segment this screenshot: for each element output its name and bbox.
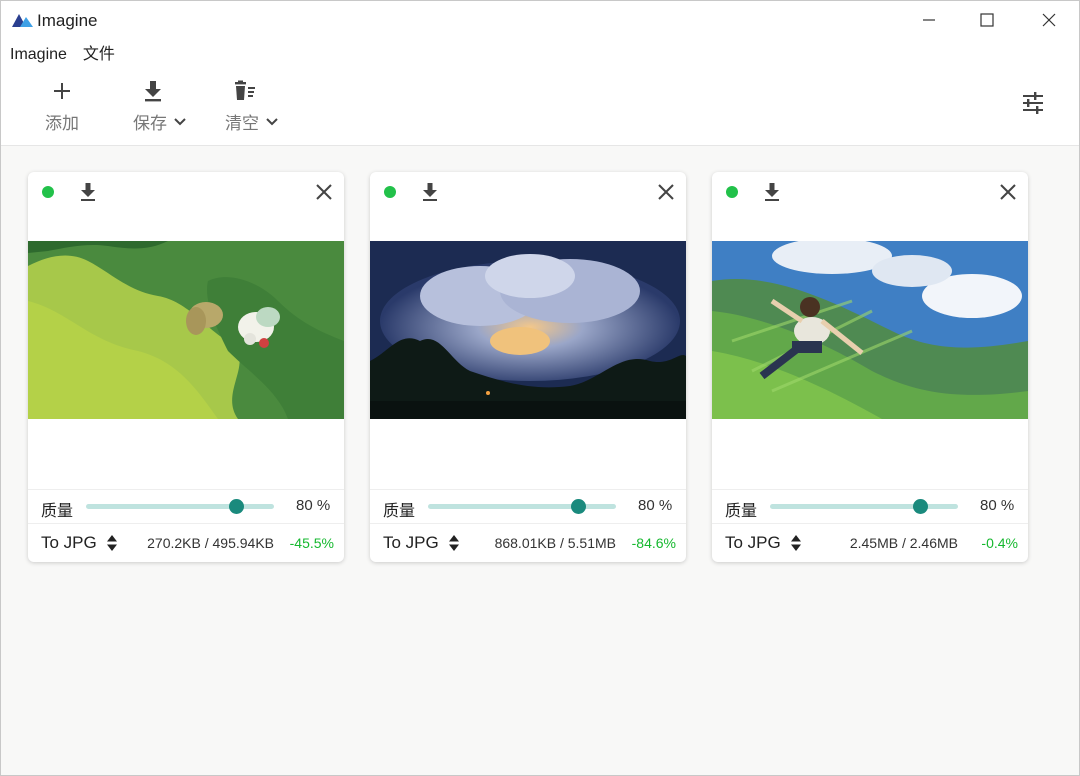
row-divider	[370, 489, 686, 490]
maximize-button[interactable]	[959, 1, 1015, 39]
sort-arrows-icon	[448, 535, 459, 551]
save-label: 保存	[133, 114, 167, 133]
row-divider	[28, 523, 344, 524]
image-card: 质量 80 % To JPG 2.45MB / 2.46MB -0.4%	[712, 172, 1028, 562]
maximize-icon	[980, 13, 994, 27]
quality-label: 质量	[41, 503, 74, 520]
app-window: Imagine Imagine 文件 添加 保存 清空 质量 80 % To J…	[0, 0, 1080, 776]
format-select[interactable]: To JPG	[725, 533, 801, 553]
quality-value: 80 %	[638, 497, 673, 514]
compression-ratio: -45.5%	[289, 535, 334, 551]
quality-label: 质量	[725, 503, 758, 520]
close-window-button[interactable]	[1021, 1, 1077, 39]
close-icon[interactable]	[314, 182, 334, 202]
image-workspace: 质量 80 % To JPG 270.2KB / 495.94KB -45.5%	[1, 146, 1079, 775]
app-logo-icon	[12, 14, 33, 27]
quality-slider[interactable]	[770, 499, 958, 514]
close-icon[interactable]	[998, 182, 1018, 202]
compression-ratio: -84.6%	[631, 535, 676, 551]
format-label: To JPG	[725, 533, 781, 552]
settings-button[interactable]	[1021, 91, 1051, 117]
chevron-down-icon	[266, 117, 278, 125]
download-icon[interactable]	[762, 182, 782, 202]
status-indicator	[42, 186, 54, 198]
close-icon[interactable]	[656, 182, 676, 202]
sort-arrows-icon	[106, 535, 117, 551]
quality-label: 质量	[383, 503, 416, 520]
format-select[interactable]: To JPG	[41, 533, 117, 553]
clear-label: 清空	[225, 114, 259, 133]
plus-icon	[54, 83, 70, 99]
slider-handle[interactable]	[913, 499, 929, 514]
row-divider	[28, 489, 344, 490]
quality-slider[interactable]	[86, 499, 274, 514]
format-label: To JPG	[383, 533, 439, 552]
slider-handle[interactable]	[571, 499, 587, 514]
download-icon	[145, 81, 161, 102]
row-divider	[712, 489, 1028, 490]
quality-slider[interactable]	[428, 499, 616, 514]
image-thumbnail	[370, 241, 686, 419]
file-size-info: 868.01KB / 5.51MB	[494, 535, 616, 551]
sliders-icon	[1023, 92, 1043, 114]
minimize-icon	[923, 19, 935, 21]
image-thumbnail	[28, 241, 344, 419]
row-divider	[370, 523, 686, 524]
compression-ratio: -0.4%	[981, 535, 1018, 551]
image-card: 质量 80 % To JPG 270.2KB / 495.94KB -45.5%	[28, 172, 344, 562]
format-select[interactable]: To JPG	[383, 533, 459, 553]
save-button[interactable]: 保存	[133, 73, 197, 141]
close-icon	[1042, 13, 1056, 27]
clear-all-icon	[235, 80, 255, 100]
file-size-info: 2.45MB / 2.46MB	[849, 535, 958, 551]
menu-imagine[interactable]: Imagine	[1, 43, 75, 67]
quality-value: 80 %	[296, 497, 331, 514]
format-label: To JPG	[41, 533, 97, 552]
add-button[interactable]: 添加	[39, 73, 85, 141]
download-icon[interactable]	[78, 182, 98, 202]
status-indicator	[384, 186, 396, 198]
toolbar: 添加 保存 清空	[1, 73, 1079, 145]
clear-button[interactable]: 清空	[225, 73, 289, 141]
quality-value: 80 %	[980, 497, 1015, 514]
file-size-info: 270.2KB / 495.94KB	[147, 535, 274, 551]
row-divider	[712, 523, 1028, 524]
add-label: 添加	[45, 114, 79, 133]
menu-bar: Imagine 文件	[1, 43, 123, 67]
menu-file[interactable]: 文件	[75, 43, 123, 67]
image-thumbnail	[712, 241, 1028, 419]
slider-handle[interactable]	[229, 499, 245, 514]
minimize-button[interactable]	[901, 1, 957, 39]
status-indicator	[726, 186, 738, 198]
image-card: 质量 80 % To JPG 868.01KB / 5.51MB -84.6%	[370, 172, 686, 562]
chevron-down-icon	[174, 117, 186, 125]
title-bar: Imagine	[1, 1, 1079, 39]
window-title: Imagine	[37, 11, 98, 30]
sort-arrows-icon	[790, 535, 801, 551]
download-icon[interactable]	[420, 182, 440, 202]
